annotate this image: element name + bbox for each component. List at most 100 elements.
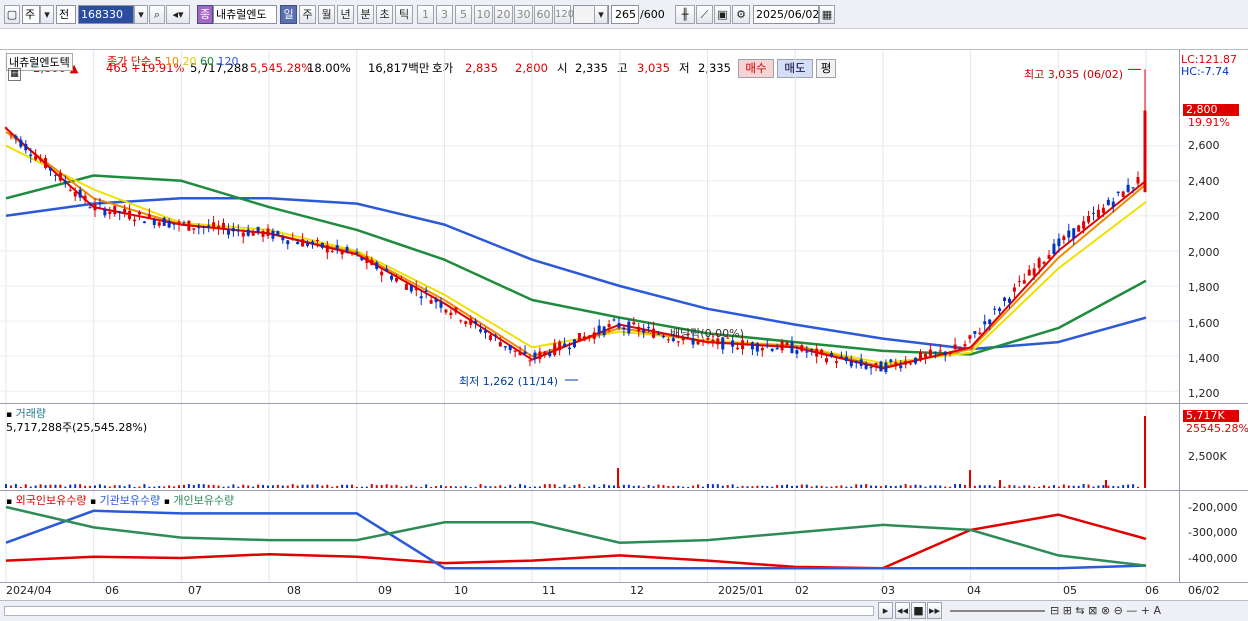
period-month[interactable]: 월 [318,5,335,24]
volume-bar [316,484,319,488]
window-icon[interactable]: ▢ [4,5,20,24]
candle [582,336,586,341]
volume-bar [1127,484,1130,488]
candle [1077,225,1081,232]
volume-bar [242,484,245,488]
scroll-track[interactable] [4,606,874,616]
volume-bar [138,486,141,488]
candle [474,320,478,324]
candle [29,154,33,157]
interval-1[interactable]: 1 [417,5,434,24]
volume-bar [875,485,878,488]
scroll-bar[interactable]: ▸ ◂◂ ■ ▸▸ ⊟ ⊞ ⇆ ⊠ ⊗ ⊖ — + A [0,600,1248,621]
interval-10[interactable]: 10 [474,5,493,24]
volume-bar [479,484,482,488]
forward-icon[interactable]: ▸▸ [927,602,942,619]
volume-bar [192,485,195,488]
volume-bar [1038,486,1041,488]
candle [933,351,937,353]
candle [899,365,903,369]
volume-bar [1132,484,1135,488]
volume-bar [143,484,146,488]
gear-icon[interactable]: ⚙ [732,5,750,24]
volume-bar [1008,484,1011,488]
interval-60[interactable]: 60 [534,5,553,24]
rewind-icon[interactable]: ◂◂ [895,602,910,619]
volume-bar [410,484,413,488]
volume-bar [474,486,477,488]
zoom-slider[interactable] [950,610,1045,612]
inst-legend: 기관보유수량 [99,494,161,507]
candle [948,352,952,355]
x-tick: 11 [542,584,556,597]
volume-bar [899,485,902,488]
market-dropdown-icon[interactable]: ▾ [40,5,54,24]
code-dropdown-icon[interactable]: ▾ [134,5,148,24]
interval-5[interactable]: 5 [455,5,472,24]
interval-dropdown-icon[interactable]: ▾ [594,5,608,24]
x-tick: 10 [454,584,468,597]
candle [1003,297,1007,301]
volume-bar [74,484,77,488]
volume-bar [1077,485,1080,488]
x-tick: 2024/04 [6,584,52,597]
volume-bar [617,468,619,488]
volume-bar [524,485,527,488]
candle [874,362,878,366]
volume-bar [865,484,868,488]
volume-bar [578,484,581,488]
volume-bar [178,485,181,488]
inst-holding-line [5,509,1147,570]
period-week[interactable]: 주 [299,5,316,24]
search-icon[interactable]: ⌕ [149,5,165,24]
volume-bar [568,486,571,488]
price-chart[interactable] [0,50,1179,600]
calculator-icon[interactable]: ▦ [8,68,21,81]
candle [775,347,779,350]
interval-20[interactable]: 20 [494,5,513,24]
period-minute[interactable]: 분 [357,5,374,24]
period-second[interactable]: 초 [376,5,393,24]
volume-bar [746,486,749,488]
volume-bar [128,484,131,488]
period-tick[interactable]: 틱 [395,5,413,24]
date-input[interactable]: 2025/06/02 [753,5,819,24]
save-icon[interactable]: ▣ [714,5,731,24]
candle [14,136,18,139]
tool-icons[interactable]: ⊟ ⊞ ⇆ ⊠ ⊗ ⊖ — + A [1050,604,1161,617]
candle [805,351,809,353]
stop-icon[interactable]: ■ [911,602,926,619]
candle [454,307,458,313]
stock-code-input[interactable]: 168330 [78,5,134,24]
ma10-legend: 10 [164,55,179,68]
candle [928,349,932,356]
candle-icon[interactable]: ╫ [675,5,695,24]
candle [261,231,265,237]
period-day[interactable]: 일 [280,5,297,24]
volume-bar [504,486,507,488]
market-select[interactable]: 주 [22,5,40,24]
holding-tick: -400,000 [1188,552,1238,565]
candle [1037,258,1041,268]
calendar-icon[interactable]: ▦ [819,5,835,24]
count-input[interactable]: 265 [611,5,639,24]
candle [810,349,814,351]
volume-bar [420,486,423,488]
volume-bar [262,485,265,488]
volume-bar [1107,485,1110,488]
candle [1032,268,1036,276]
volume-bar [1003,486,1006,488]
candle [533,352,537,359]
period-year[interactable]: 년 [337,5,354,24]
candle [73,191,77,197]
x-tick: 12 [630,584,644,597]
candle [523,351,527,354]
market2-select[interactable]: 전 [56,5,76,24]
interval-120[interactable]: 120 [554,5,574,24]
volume-bar [44,485,47,488]
sound-icon[interactable]: ◂▾ [166,5,190,24]
interval-30[interactable]: 30 [514,5,533,24]
scroll-right-icon[interactable]: ▸ [878,602,893,619]
draw-line-icon[interactable]: ⟋ [696,5,713,24]
interval-3[interactable]: 3 [436,5,453,24]
